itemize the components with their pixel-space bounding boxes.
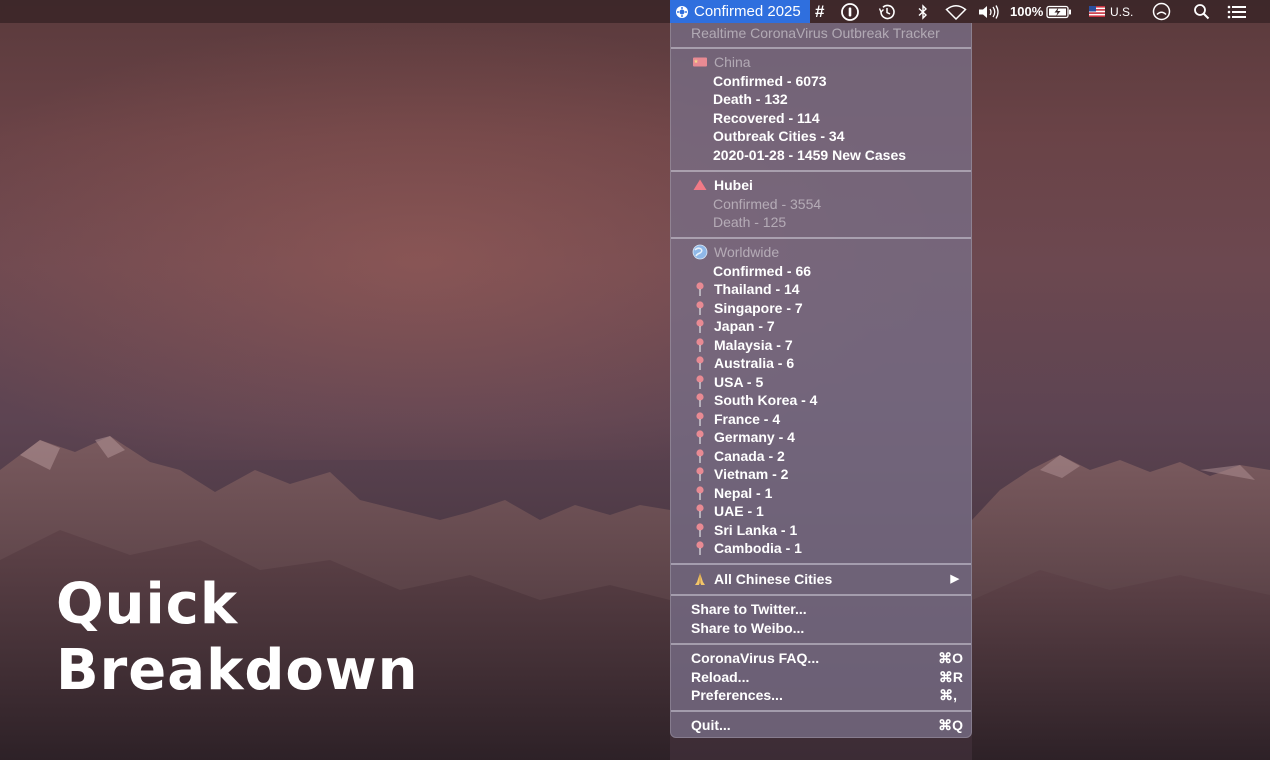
hubei-section-title[interactable]: Hubei	[671, 176, 971, 194]
hubei-confirmed: Confirmed - 3554	[713, 196, 822, 212]
volume-icon	[979, 4, 999, 19]
quick-breakdown-caption: Quick Breakdown	[56, 572, 418, 704]
china-recovered[interactable]: Recovered - 114	[671, 109, 971, 127]
menubar-notification-item[interactable]	[1227, 0, 1247, 23]
menubar-input-source-item[interactable]: U.S.	[1089, 0, 1133, 23]
country-item[interactable]: South Korea - 4	[671, 391, 971, 409]
pushpin-icon	[696, 374, 704, 389]
user-face-icon	[1152, 2, 1171, 21]
quit-item[interactable]: Quit... ⌘Q	[671, 716, 971, 734]
menubar-confirmed-label: Confirmed 2025	[694, 3, 801, 20]
menubar-volume-item[interactable]	[977, 0, 1001, 23]
battery-charging-icon	[1046, 5, 1072, 18]
faq-item[interactable]: CoronaVirus FAQ... ⌘O	[671, 649, 971, 667]
menu-header: Realtime CoronaVirus Outbreak Tracker	[691, 25, 940, 41]
country-item[interactable]: USA - 5	[671, 373, 971, 391]
menubar-user-item[interactable]	[1152, 0, 1171, 23]
menu-separator	[671, 237, 971, 239]
menu-separator	[671, 594, 971, 596]
china-confirmed[interactable]: Confirmed - 6073	[671, 72, 971, 90]
menu-separator	[671, 643, 971, 645]
wifi-icon	[945, 4, 967, 20]
menubar-spotlight-item[interactable]	[1193, 0, 1210, 23]
china-new-cases[interactable]: 2020-01-28 - 1459 New Cases	[671, 146, 971, 164]
pushpin-icon	[696, 356, 704, 370]
pushpin-icon	[696, 319, 704, 333]
menubar-bluetooth-item[interactable]	[916, 0, 930, 23]
virus-icon	[676, 5, 688, 18]
submenu-arrow-icon: ▶	[950, 573, 959, 585]
pushpin-icon	[696, 393, 704, 407]
menu-bar: Confirmed 2025 # 100% U.S.	[0, 0, 1270, 23]
worldwide-section-title: Worldwide	[671, 243, 971, 261]
pushpin-icon	[696, 282, 704, 296]
notification-list-icon	[1227, 5, 1246, 18]
menubar-battery-item[interactable]: 100%	[1010, 0, 1072, 23]
country-item[interactable]: Japan - 7	[671, 317, 971, 335]
hash-icon: #	[815, 1, 825, 21]
preferences-item[interactable]: Preferences... ⌘,	[671, 686, 971, 704]
pushpin-icon	[696, 430, 704, 444]
menu-separator	[671, 47, 971, 49]
country-item[interactable]: Vietnam - 2	[671, 465, 971, 483]
menu-separator	[671, 710, 971, 712]
pushpin-icon	[696, 541, 704, 555]
all-chinese-cities-item[interactable]: All Chinese Cities ▶	[671, 570, 971, 588]
bluetooth-icon	[918, 3, 928, 20]
pushpin-icon	[696, 522, 704, 537]
share-twitter-item[interactable]: Share to Twitter...	[671, 600, 971, 618]
pushpin-icon	[696, 504, 704, 518]
country-item[interactable]: Germany - 4	[671, 428, 971, 446]
menubar-hash-item[interactable]: #	[815, 0, 824, 23]
globe-icon	[692, 244, 708, 260]
reload-item[interactable]: Reload... ⌘R	[671, 668, 971, 686]
praying-hands-icon	[695, 573, 705, 585]
search-icon	[1194, 4, 1210, 20]
worldwide-confirmed[interactable]: Confirmed - 66	[671, 262, 971, 280]
menu-separator	[671, 170, 971, 172]
preferences-shortcut: ⌘,	[939, 687, 957, 703]
menubar-time-machine-item[interactable]	[877, 0, 896, 23]
menubar-1password-item[interactable]	[841, 0, 859, 23]
pushpin-icon	[696, 448, 704, 463]
country-item[interactable]: Australia - 6	[671, 354, 971, 372]
pushpin-icon	[696, 485, 704, 500]
menubar-wifi-item[interactable]	[945, 0, 967, 23]
pushpin-icon	[696, 411, 704, 426]
pushpin-icon	[696, 467, 704, 481]
quit-shortcut: ⌘Q	[938, 717, 963, 733]
country-item[interactable]: Canada - 2	[671, 447, 971, 465]
us-flag-icon	[1089, 6, 1105, 17]
warning-triangle-icon	[693, 179, 707, 190]
pushpin-icon	[696, 300, 704, 315]
pushpin-icon	[696, 337, 704, 352]
country-item[interactable]: Sri Lanka - 1	[671, 521, 971, 539]
country-item[interactable]: Nepal - 1	[671, 484, 971, 502]
reload-shortcut: ⌘R	[938, 669, 963, 685]
battery-percent: 100%	[1010, 4, 1044, 19]
country-item[interactable]: Singapore - 7	[671, 299, 971, 317]
input-source-label: U.S.	[1110, 4, 1134, 19]
menubar-confirmed-item[interactable]: Confirmed 2025	[670, 0, 810, 23]
china-flag-icon	[693, 57, 707, 67]
country-item[interactable]: Malaysia - 7	[671, 336, 971, 354]
china-outbreak-cities[interactable]: Outbreak Cities - 34	[671, 127, 971, 145]
country-item[interactable]: Thailand - 14	[671, 280, 971, 298]
caption-line-1: Quick	[56, 572, 239, 637]
tracker-dropdown-menu: Realtime CoronaVirus Outbreak Tracker Ch…	[670, 23, 972, 738]
country-item[interactable]: Cambodia - 1	[671, 539, 971, 557]
faq-shortcut: ⌘O	[938, 650, 963, 666]
china-section-title: China	[671, 53, 971, 71]
country-item[interactable]: France - 4	[671, 410, 971, 428]
caption-line-2: Breakdown	[56, 638, 419, 703]
country-item[interactable]: UAE - 1	[671, 502, 971, 520]
time-machine-icon	[878, 4, 895, 19]
password-manager-icon	[841, 2, 859, 21]
share-weibo-item[interactable]: Share to Weibo...	[671, 619, 971, 637]
china-death[interactable]: Death - 132	[671, 90, 971, 108]
hubei-death: Death - 125	[713, 214, 787, 230]
menu-separator	[671, 563, 971, 565]
